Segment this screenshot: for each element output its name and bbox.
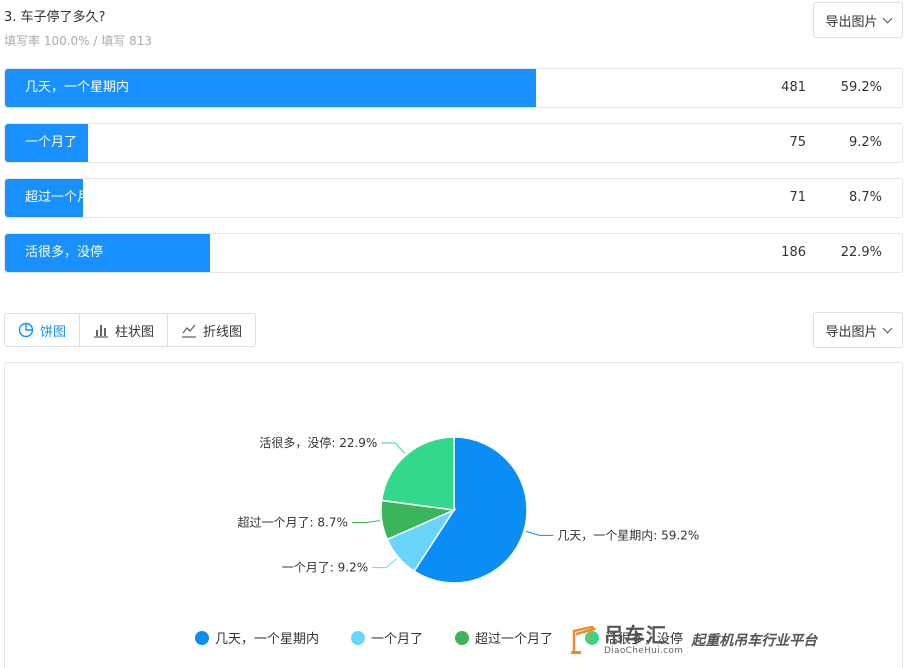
pie-chart: 几天，一个星期内: 59.2% 一个月了: 9.2% 超过一个月了: 8.7% 活很多…: [238, 435, 699, 584]
pie-leader-line: [351, 520, 380, 524]
pie-leader-line: [381, 442, 405, 454]
legend-item[interactable]: 超过一个月了: [455, 628, 553, 647]
pie-slice-label: 几天，一个星期内: 59.2%: [557, 528, 699, 542]
legend-label: 一个月了: [371, 632, 424, 647]
watermark: 吊车汇 DiaoCheHui.com 起重机吊车行业平台: [570, 618, 817, 662]
pie-leader-line: [525, 530, 554, 536]
legend-label: 几天，一个星期内: [215, 632, 320, 647]
legend-item[interactable]: 几天，一个星期内: [195, 628, 319, 647]
watermark-logo-text: 吊车汇: [604, 623, 667, 647]
pie-slice-label: 一个月了: 9.2%: [282, 561, 368, 575]
legend-dot: [455, 630, 470, 645]
legend-label: 超过一个月了: [475, 632, 554, 647]
legend-dot: [195, 630, 209, 645]
pie-slice-label: 活很多，没停: 22.9%: [259, 435, 377, 450]
watermark-url: DiaoCheHui.com: [604, 646, 684, 656]
pie-slice[interactable]: [380, 436, 455, 511]
pie-leader-line: [372, 558, 398, 569]
crane-logo-icon: [571, 625, 596, 654]
watermark-slogan: 起重机吊车行业平台: [691, 633, 818, 649]
legend-item[interactable]: 一个月了: [351, 628, 423, 647]
legend-dot: [351, 630, 366, 645]
pie-slice-label: 超过一个月了: 8.7%: [238, 515, 348, 530]
